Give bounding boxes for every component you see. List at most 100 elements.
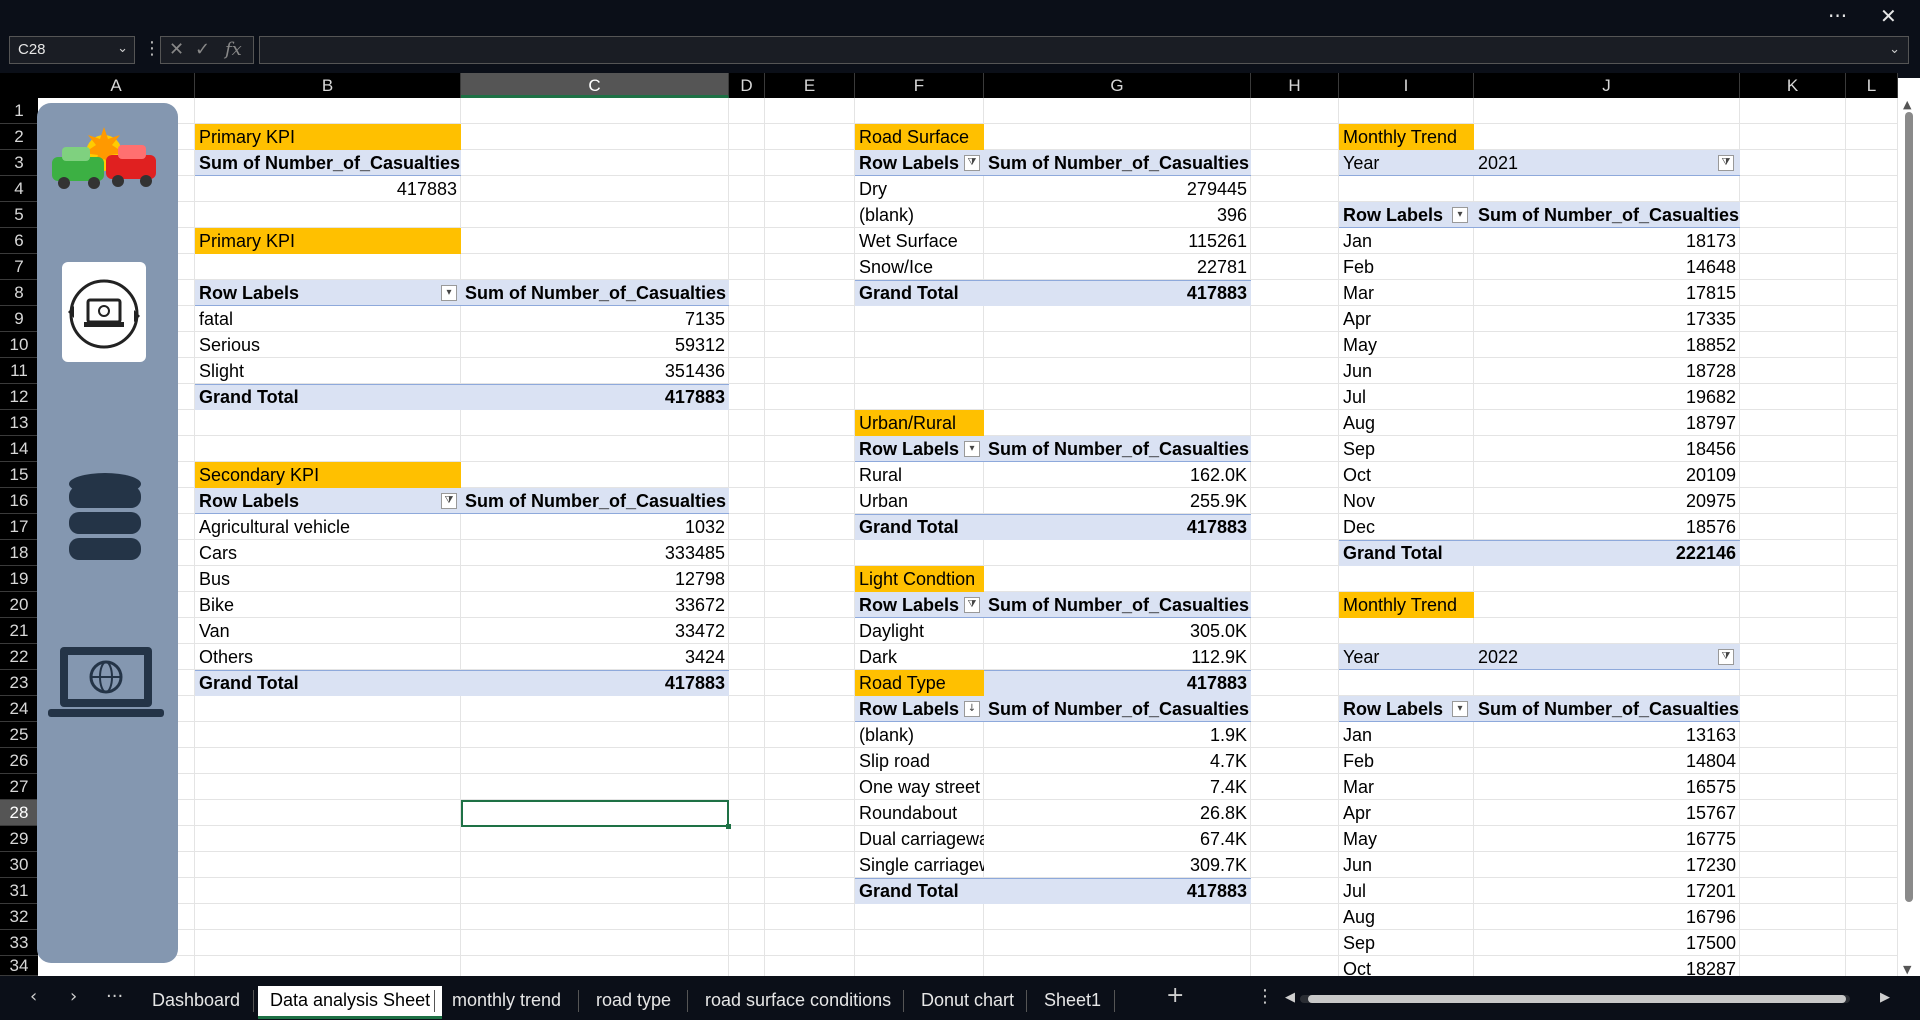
column-header-g[interactable]: G — [984, 73, 1251, 98]
row-header-13[interactable]: 13 — [0, 410, 38, 436]
monthly_2021-row-value[interactable]: 17335 — [1474, 306, 1740, 332]
row-header-16[interactable]: 16 — [0, 488, 38, 514]
severity-row-label[interactable]: Serious — [195, 332, 461, 358]
monthly_2021-row-label[interactable]: Apr — [1339, 306, 1474, 332]
monthly_2022-row-label[interactable]: Sep — [1339, 930, 1474, 956]
vehicles-row-value[interactable]: 33472 — [461, 618, 729, 644]
column-header-a[interactable]: A — [38, 73, 195, 98]
monthly_2021-row-value[interactable]: 18852 — [1474, 332, 1740, 358]
monthly_2021-row-value[interactable]: 19682 — [1474, 384, 1740, 410]
next-sheet-icon[interactable]: › — [70, 986, 77, 1007]
urban_rural-filter-button[interactable]: ▾ — [964, 441, 980, 457]
name-box[interactable]: C28 ⌄ — [9, 36, 135, 64]
scroll-up-icon[interactable]: ▲ — [1903, 98, 1911, 111]
laptop-sync-icon[interactable] — [62, 262, 146, 362]
row-header-19[interactable]: 19 — [0, 566, 38, 592]
monthly_2022-row-value[interactable]: 17500 — [1474, 930, 1740, 956]
sheet-tab-road-surface-conditions[interactable]: road surface conditions — [693, 986, 903, 1016]
severity-row-label[interactable]: Slight — [195, 358, 461, 384]
prev-sheet-icon[interactable]: ‹ — [30, 986, 37, 1007]
horizontal-scroll-thumb[interactable] — [1308, 995, 1846, 1003]
monthly_2022-row-label[interactable]: Jul — [1339, 878, 1474, 904]
row-header-3[interactable]: 3 — [0, 150, 38, 176]
row-header-25[interactable]: 25 — [0, 722, 38, 748]
monthly_2022-row-value[interactable]: 16796 — [1474, 904, 1740, 930]
vehicles-row-value[interactable]: 33672 — [461, 592, 729, 618]
monthly_2021-row-value[interactable]: 17815 — [1474, 280, 1740, 306]
row-header-15[interactable]: 15 — [0, 462, 38, 488]
road_type-row-label[interactable]: One way street — [855, 774, 984, 800]
vehicles-filter-button[interactable]: ⧩ — [441, 493, 457, 509]
add-sheet-icon[interactable]: + — [1166, 983, 1184, 1008]
row-header-8[interactable]: 8 — [0, 280, 38, 306]
road_type-row-value[interactable]: 7.4K — [984, 774, 1251, 800]
monthly_2021-row-value[interactable]: 20109 — [1474, 462, 1740, 488]
vehicles-row-label[interactable]: Others — [195, 644, 461, 670]
column-header-c[interactable]: C — [461, 73, 729, 98]
row-header-11[interactable]: 11 — [0, 358, 38, 384]
row-header-32[interactable]: 32 — [0, 904, 38, 930]
active-cell-c28[interactable] — [461, 800, 731, 829]
monthly_2021-row-label[interactable]: Jul — [1339, 384, 1474, 410]
row-header-31[interactable]: 31 — [0, 878, 38, 904]
vehicles-row-value[interactable]: 333485 — [461, 540, 729, 566]
fx-icon[interactable]: fx — [225, 39, 242, 60]
cancel-icon[interactable]: ✕ — [169, 39, 184, 60]
monthly_2022-row-label[interactable]: Jan — [1339, 722, 1474, 748]
column-header-l[interactable]: L — [1846, 73, 1898, 98]
sheet-tab-sheet1[interactable]: Sheet1 — [1032, 986, 1113, 1016]
row-header-20[interactable]: 20 — [0, 592, 38, 618]
urban_rural-row-label[interactable]: Urban — [855, 488, 984, 514]
road_surface-row-label[interactable]: Snow/Ice — [855, 254, 984, 280]
monthly_2021-row-label[interactable]: May — [1339, 332, 1474, 358]
road_surface-row-label[interactable]: Dry — [855, 176, 984, 202]
monthly_2021-row-value[interactable]: 14648 — [1474, 254, 1740, 280]
road_type-row-label[interactable]: Slip road — [855, 748, 984, 774]
select-all-corner[interactable] — [0, 73, 38, 98]
row-header-18[interactable]: 18 — [0, 540, 38, 566]
monthly_2021-row-value[interactable]: 18576 — [1474, 514, 1740, 540]
monthly_2022-row-label[interactable]: May — [1339, 826, 1474, 852]
vehicles-row-label[interactable]: Bike — [195, 592, 461, 618]
monthly_2021-row-label[interactable]: Feb — [1339, 254, 1474, 280]
road_type-row-value[interactable]: 26.8K — [984, 800, 1251, 826]
monthly_2022-row-value[interactable]: 17201 — [1474, 878, 1740, 904]
urban_rural-row-value[interactable]: 162.0K — [984, 462, 1251, 488]
row-header-33[interactable]: 33 — [0, 930, 38, 956]
monthly_2021-row-value[interactable]: 20975 — [1474, 488, 1740, 514]
monthly_2021-row-value[interactable]: 18456 — [1474, 436, 1740, 462]
row-header-23[interactable]: 23 — [0, 670, 38, 696]
sheet-tab-donut-chart[interactable]: Donut chart — [909, 986, 1026, 1016]
sheet-tab-road-type[interactable]: road type — [584, 986, 683, 1016]
monthly_2022-row-label[interactable]: Aug — [1339, 904, 1474, 930]
vehicles-row-value[interactable]: 3424 — [461, 644, 729, 670]
row-header-4[interactable]: 4 — [0, 176, 38, 202]
row-header-21[interactable]: 21 — [0, 618, 38, 644]
urban_rural-row-label[interactable]: Rural — [855, 462, 984, 488]
monthly_2021-row-label[interactable]: Jun — [1339, 358, 1474, 384]
vehicles-row-label[interactable]: Van — [195, 618, 461, 644]
monthly_2022-row-value[interactable]: 16575 — [1474, 774, 1740, 800]
monthly_2021-row-label[interactable]: Oct — [1339, 462, 1474, 488]
monthly_2021-row-value[interactable]: 18173 — [1474, 228, 1740, 254]
row-header-28[interactable]: 28 — [0, 800, 38, 826]
road_surface-filter-button[interactable]: ⧩ — [964, 155, 980, 171]
row-header-26[interactable]: 26 — [0, 748, 38, 774]
sheet-tab-data-analysis-sheet[interactable]: Data analysis Sheet — [258, 986, 443, 1019]
severity-row-label[interactable]: fatal — [195, 306, 461, 332]
monthly_2022-row-label[interactable]: Mar — [1339, 774, 1474, 800]
row-header-2[interactable]: 2 — [0, 124, 38, 150]
close-icon[interactable]: ✕ — [1880, 4, 1897, 28]
car-crash-icon[interactable] — [48, 125, 160, 193]
column-header-h[interactable]: H — [1251, 73, 1339, 98]
primary-kpi-value[interactable]: 417883 — [195, 176, 461, 202]
road_type-row-value[interactable]: 1.9K — [984, 722, 1251, 748]
row-header-24[interactable]: 24 — [0, 696, 38, 722]
monthly_2022-row-value[interactable]: 13163 — [1474, 722, 1740, 748]
road_surface-row-value[interactable]: 115261 — [984, 228, 1251, 254]
light-row-value[interactable]: 305.0K — [984, 618, 1251, 644]
monthly_2022-filter-button[interactable]: ▾ — [1452, 701, 1468, 717]
light-filter-button[interactable]: ⧩ — [964, 597, 980, 613]
row-header-5[interactable]: 5 — [0, 202, 38, 228]
monthly_2022-row-value[interactable]: 15767 — [1474, 800, 1740, 826]
